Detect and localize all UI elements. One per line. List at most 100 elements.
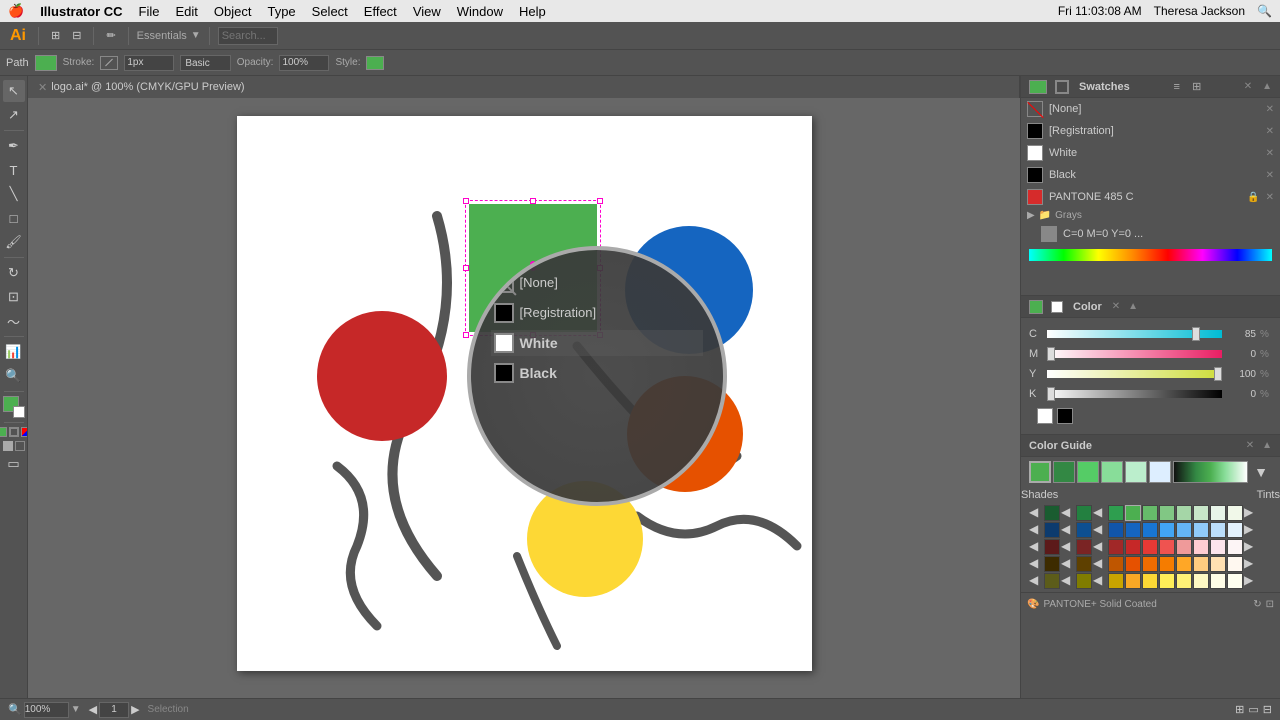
swatches-menu-icon[interactable]: ≡ xyxy=(1169,79,1185,95)
row5-arrow3[interactable]: ◀ xyxy=(1093,573,1107,587)
row1-arrow3[interactable]: ◀ xyxy=(1093,505,1107,519)
row2-rarrow[interactable]: ▶ xyxy=(1244,522,1258,536)
grid-cell[interactable] xyxy=(1159,505,1175,521)
m-slider[interactable] xyxy=(1047,350,1222,358)
type-tool[interactable]: T xyxy=(3,159,25,181)
brush-tool[interactable]: 🖌 xyxy=(3,231,25,253)
color-guide-close[interactable]: ✕ xyxy=(1246,440,1254,451)
grid-cell[interactable] xyxy=(1125,522,1141,538)
zoom-tool[interactable]: 🔍 xyxy=(3,365,25,387)
grid-cell[interactable] xyxy=(1125,539,1141,555)
line-tool[interactable]: ╲ xyxy=(3,183,25,205)
color-panel-close[interactable]: ✕ xyxy=(1112,301,1120,312)
grid-cell[interactable] xyxy=(1227,573,1243,589)
arrange-button[interactable]: ⊟ xyxy=(68,27,85,44)
m-thumb[interactable] xyxy=(1047,347,1055,361)
color-panel-swatch2[interactable] xyxy=(1051,301,1063,313)
artboard[interactable]: [None] [Registration] White Black xyxy=(237,116,812,671)
spectrum-bar[interactable] xyxy=(1029,249,1272,261)
grid-cell[interactable] xyxy=(1108,539,1124,555)
transform-button[interactable]: ⊞ xyxy=(47,27,64,44)
grid-cell[interactable] xyxy=(1176,573,1192,589)
grid-cell[interactable] xyxy=(1193,522,1209,538)
guide-swatch-5[interactable] xyxy=(1149,461,1171,483)
swatch-none[interactable]: [None] ✕ xyxy=(1021,98,1280,120)
swatch-black[interactable]: Black ✕ xyxy=(1021,164,1280,186)
grid-cell[interactable] xyxy=(1142,505,1158,521)
grid-cell[interactable] xyxy=(1044,556,1060,572)
orange-circle[interactable] xyxy=(627,376,743,492)
grid-cell[interactable] xyxy=(1193,573,1209,589)
y-thumb[interactable] xyxy=(1214,367,1222,381)
artboard-icon[interactable]: ▭ xyxy=(1248,703,1258,716)
grid-cell[interactable] xyxy=(1076,573,1092,589)
fullscreen-mode-button[interactable] xyxy=(15,441,25,451)
blue-circle[interactable] xyxy=(625,226,753,354)
grid-cell[interactable] xyxy=(1176,539,1192,555)
grid-cell[interactable] xyxy=(1142,573,1158,589)
grid-cell[interactable] xyxy=(1227,556,1243,572)
artboard-tool[interactable]: ▭ xyxy=(3,453,25,475)
row5-rarrow[interactable]: ▶ xyxy=(1244,573,1258,587)
color-panel-collapse[interactable]: ▲ xyxy=(1128,301,1138,312)
warp-tool[interactable]: 〜 xyxy=(3,310,25,332)
zoom-input[interactable] xyxy=(24,702,69,718)
grid-cell-active[interactable] xyxy=(1125,505,1141,521)
row3-rarrow[interactable]: ▶ xyxy=(1244,539,1258,553)
grid-cell[interactable] xyxy=(1142,539,1158,555)
fill-color-box[interactable] xyxy=(35,55,57,71)
grid-cell[interactable] xyxy=(1193,539,1209,555)
grid-cell[interactable] xyxy=(1193,556,1209,572)
row5-arrow2[interactable]: ◀ xyxy=(1061,573,1075,587)
row1-arrow[interactable]: ◀ xyxy=(1029,505,1043,519)
menu-help[interactable]: Help xyxy=(519,4,546,19)
grid-view-icon[interactable]: ⊞ xyxy=(1235,703,1244,716)
grid-cell[interactable] xyxy=(1176,522,1192,538)
stroke-color-box[interactable] xyxy=(100,56,118,70)
grid-cell[interactable] xyxy=(1159,539,1175,555)
grid-cell[interactable] xyxy=(1125,556,1141,572)
color-indicator[interactable] xyxy=(3,396,25,418)
grid-cell[interactable] xyxy=(1076,522,1092,538)
row2-arrow[interactable]: ◀ xyxy=(1029,522,1043,536)
menu-effect[interactable]: Effect xyxy=(364,4,397,19)
color-guide-collapse[interactable]: ▲ xyxy=(1262,440,1272,451)
grid-cell[interactable] xyxy=(1044,539,1060,555)
swatches-panel-collapse[interactable]: ▲ xyxy=(1262,81,1272,92)
guide-swatch-3[interactable] xyxy=(1101,461,1123,483)
row4-arrow3[interactable]: ◀ xyxy=(1093,556,1107,570)
k-slider[interactable] xyxy=(1047,390,1222,398)
row4-arrow[interactable]: ◀ xyxy=(1029,556,1043,570)
grid-cell[interactable] xyxy=(1210,573,1226,589)
swatch-gray[interactable]: C=0 M=0 Y=0 ... xyxy=(1021,223,1280,245)
row4-rarrow[interactable]: ▶ xyxy=(1244,556,1258,570)
guide-swatch-4[interactable] xyxy=(1125,461,1147,483)
grid-cell[interactable] xyxy=(1193,505,1209,521)
swatch-registration-delete[interactable]: ✕ xyxy=(1266,126,1274,137)
color-panel-swatch1[interactable] xyxy=(1029,300,1043,314)
graph-tool[interactable]: 📊 xyxy=(3,341,25,363)
guide-settings-icon[interactable]: ⊡ xyxy=(1266,599,1274,610)
swatch-white[interactable]: White ✕ xyxy=(1021,142,1280,164)
menu-select[interactable]: Select xyxy=(312,4,348,19)
grid-cell[interactable] xyxy=(1076,556,1092,572)
stroke-indicator[interactable] xyxy=(13,406,25,418)
grid-cell[interactable] xyxy=(1227,522,1243,538)
swatch-group-grays[interactable]: ▶ 📁 Grays xyxy=(1021,208,1280,223)
guide-active-swatch[interactable] xyxy=(1029,461,1051,483)
row3-arrow2[interactable]: ◀ xyxy=(1061,539,1075,553)
menu-view[interactable]: View xyxy=(413,4,441,19)
menu-edit[interactable]: Edit xyxy=(175,4,197,19)
swatch-none-delete[interactable]: ✕ xyxy=(1266,104,1274,115)
swatches-header-color[interactable] xyxy=(1029,80,1047,94)
stroke-width-input[interactable] xyxy=(124,55,174,71)
menu-type[interactable]: Type xyxy=(267,4,295,19)
grid-cell[interactable] xyxy=(1227,539,1243,555)
grid-cell[interactable] xyxy=(1108,505,1124,521)
c-thumb[interactable] xyxy=(1192,327,1200,341)
next-page-icon[interactable]: ▶ xyxy=(131,703,139,716)
guide-swatch-2[interactable] xyxy=(1077,461,1099,483)
row2-arrow2[interactable]: ◀ xyxy=(1061,522,1075,536)
grid-cell[interactable] xyxy=(1125,573,1141,589)
swatch-registration[interactable]: [Registration] ✕ xyxy=(1021,120,1280,142)
